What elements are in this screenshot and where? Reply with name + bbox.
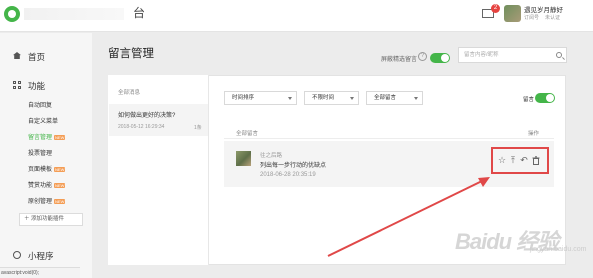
sort-select-value: 时间排序 <box>232 95 255 101</box>
account-avatar[interactable] <box>504 5 521 22</box>
star-icon[interactable]: ☆ <box>497 155 507 165</box>
search-input[interactable]: 留言内容/昵称 <box>458 47 567 63</box>
list-item-date: 2018-05-12 16:29:34 <box>118 124 165 130</box>
top-bar: 台 2 遇见岁月静好 订阅号 未认证 <box>0 0 593 32</box>
reply-icon[interactable]: ↶ <box>519 155 529 165</box>
message-toggle-label: 留言 <box>523 97 535 103</box>
type-select-value: 全部留言 <box>374 95 397 101</box>
sidebar-item-label: 自动回复 <box>28 103 53 109</box>
list-item-count: 1条 <box>194 125 202 131</box>
comment-time: 2018-06-28 20:35:19 <box>260 172 316 178</box>
avatar <box>236 151 251 166</box>
new-badge: NEW <box>54 134 66 140</box>
sidebar-item-auto-reply[interactable]: 自动回复 <box>28 100 52 109</box>
pin-top-icon[interactable]: ⤒ <box>508 155 518 165</box>
sidebar-item-custom-menu[interactable]: 自定义菜单 <box>28 116 58 125</box>
chevron-down-icon <box>414 97 418 100</box>
list-header[interactable]: 全部消息 <box>118 88 140 96</box>
chevron-down-icon <box>288 97 292 100</box>
sidebar-item-reward[interactable]: 赞赏功能 NEW <box>28 180 66 189</box>
type-select[interactable]: 全部留言 <box>366 91 423 105</box>
sidebar-item-vote-management[interactable]: 投票管理 <box>28 148 52 157</box>
table-header-ops: 操作 <box>528 131 540 137</box>
sidebar-item-original[interactable]: 原创管理 NEW <box>28 196 66 205</box>
sidebar-section-mini-program[interactable]: 小程序 <box>28 250 54 262</box>
sidebar-item-label: 页面模板 <box>28 167 53 173</box>
new-badge: NEW <box>54 198 66 204</box>
blurred-brand <box>24 8 124 20</box>
sidebar-item-label: 投票管理 <box>28 151 53 157</box>
help-icon[interactable]: ? <box>418 52 427 61</box>
chevron-down-icon <box>350 97 354 100</box>
time-select-value: 不限时间 <box>312 95 335 101</box>
sidebar-item-message-management[interactable]: 留言管理 NEW <box>28 132 66 141</box>
mini-program-icon <box>13 251 21 259</box>
mail-badge: 2 <box>491 4 500 13</box>
search-icon[interactable] <box>556 52 562 58</box>
list-item[interactable] <box>109 104 208 136</box>
comment-text: 列出每一步行动的优缺点 <box>260 163 327 169</box>
message-toggle[interactable] <box>535 93 555 103</box>
wechat-logo-icon[interactable] <box>4 6 20 22</box>
new-badge: NEW <box>54 166 66 172</box>
brand-suffix: 台 <box>133 6 146 20</box>
page-title: 留言管理 <box>108 48 154 60</box>
sidebar-item-label: 原创管理 <box>28 199 53 205</box>
list-item-title[interactable]: 如何做出更好的决策? <box>118 110 175 119</box>
sort-select[interactable]: 时间排序 <box>224 91 297 105</box>
browser-status-bar: avascript:void(0); <box>0 267 80 278</box>
table-header-all: 全部留言 <box>236 131 259 137</box>
hide-reviewed-label: 屏蔽精选留言 <box>381 57 418 63</box>
delete-icon[interactable] <box>531 155 541 165</box>
time-select[interactable]: 不限时间 <box>304 91 359 105</box>
sidebar-section-functions[interactable]: 功能 <box>28 80 45 92</box>
account-name[interactable]: 遇见岁月静好 <box>524 4 563 14</box>
account-type: 订阅号 <box>524 15 540 21</box>
sidebar-item-page-templates[interactable]: 页面模板 NEW <box>28 164 66 173</box>
account-verify-status: 未认证 <box>545 15 561 21</box>
new-badge: NEW <box>54 182 66 188</box>
sidebar-item-home[interactable]: 首页 <box>28 51 45 63</box>
table-header <box>224 125 554 139</box>
sidebar-item-label: 赞赏功能 <box>28 183 53 189</box>
sidebar-item-label: 自定义菜单 <box>28 119 59 125</box>
functions-icon <box>13 81 21 89</box>
watermark-url: jingyan.baidu.com <box>530 246 587 253</box>
commenter-name: 往之后路 <box>260 153 283 159</box>
sidebar-item-label: 留言管理 <box>28 135 53 141</box>
add-plugin-button[interactable]: ＋ 添加功能插件 <box>19 213 83 226</box>
hide-reviewed-toggle[interactable] <box>430 53 450 63</box>
